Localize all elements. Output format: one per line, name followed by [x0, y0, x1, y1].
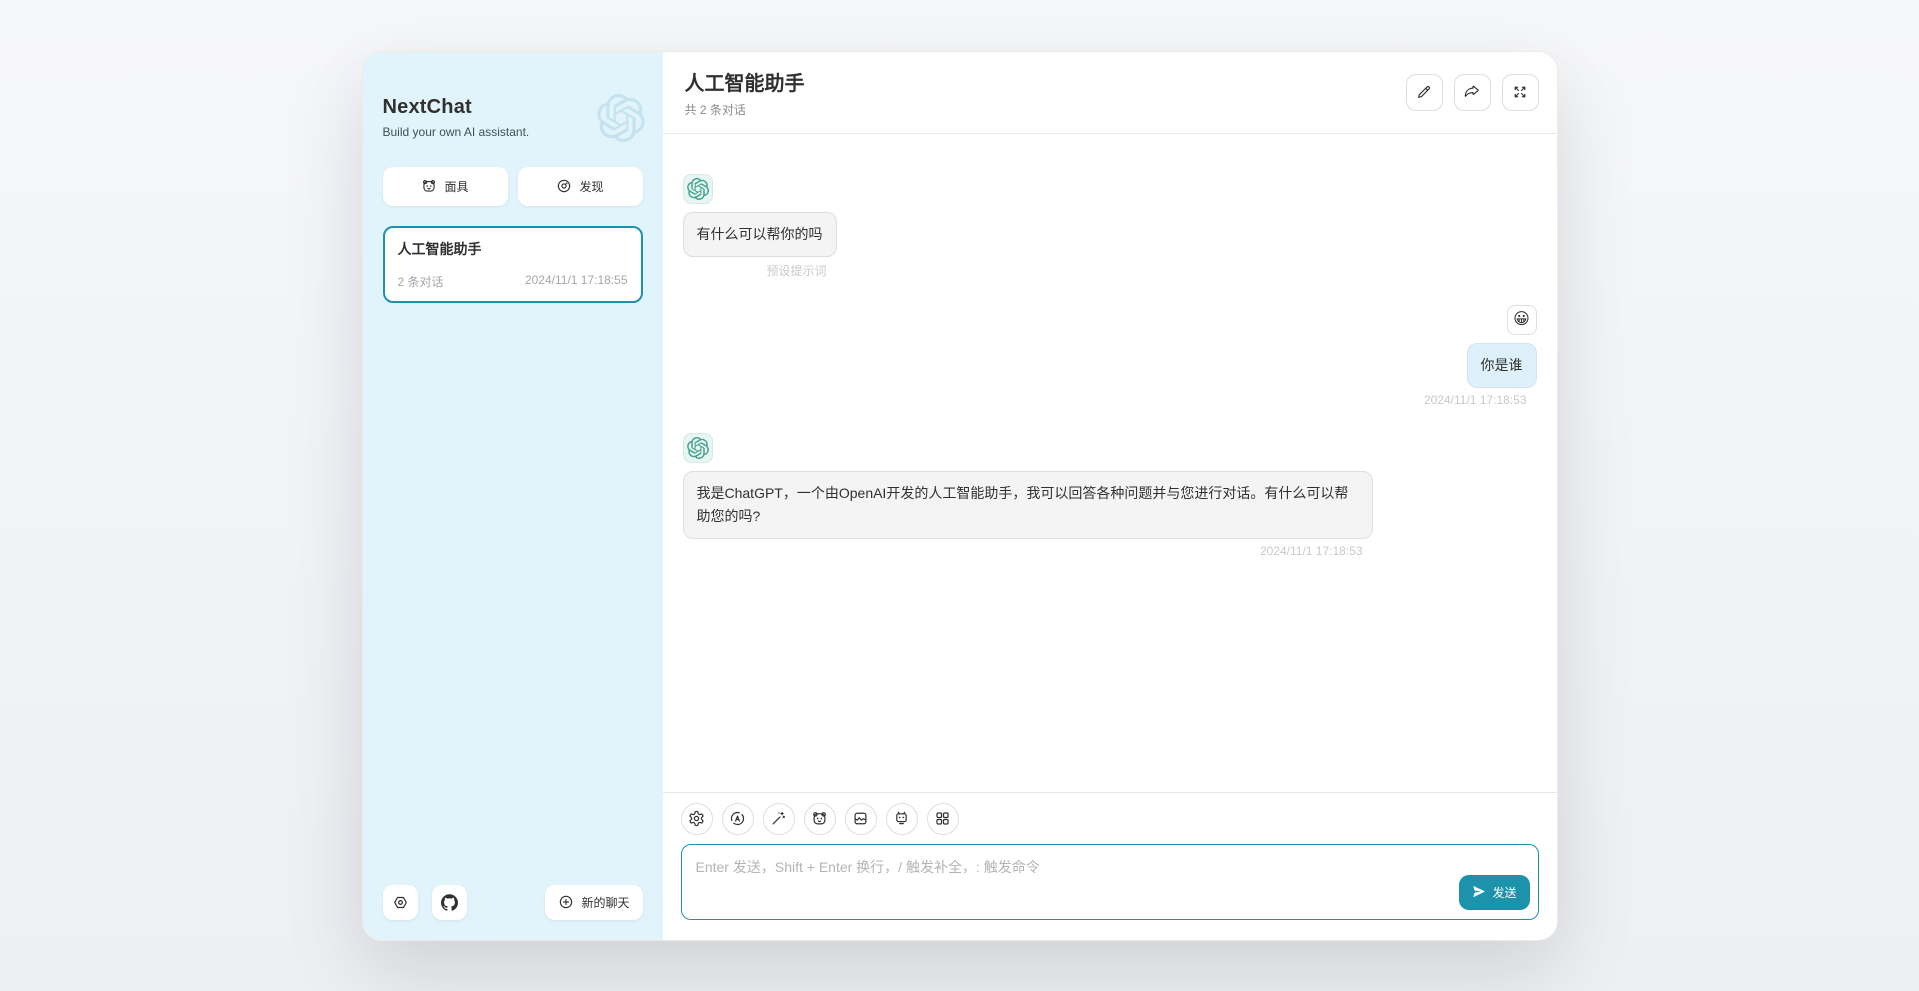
prompts-button[interactable]: [763, 803, 795, 835]
github-icon: [441, 894, 458, 911]
assistant-message: 我是ChatGPT，一个由OpenAI开发的人工智能助手，我可以回答各种问题并与…: [683, 433, 1537, 558]
shortcuts-button[interactable]: [927, 803, 959, 835]
assistant-message: 有什么可以帮你的吗 预设提示词: [683, 174, 1537, 279]
chat-title[interactable]: 人工智能助手: [685, 67, 805, 96]
discover-button-label: 发现: [579, 178, 603, 195]
message-bubble[interactable]: 你是谁: [1467, 343, 1537, 388]
grid-icon: [934, 810, 951, 827]
github-button[interactable]: [432, 885, 467, 920]
composer: 发送: [663, 792, 1557, 940]
chat-item-title: 人工智能助手: [398, 239, 628, 259]
sidebar-footer: 新的聊天: [383, 885, 643, 920]
new-chat-label: 新的聊天: [581, 894, 629, 911]
chat-header: 人工智能助手 共 2 条对话: [663, 52, 1557, 134]
user-message: 😀 你是谁 2024/11/1 17:18:53: [683, 305, 1537, 407]
mask-icon: [811, 810, 828, 827]
masks-button[interactable]: 面具: [383, 167, 508, 206]
composer-toolbar: [681, 803, 1539, 835]
theme-toggle-button[interactable]: [722, 803, 754, 835]
chat-settings-button[interactable]: [681, 803, 713, 835]
chat-panel: 人工智能助手 共 2 条对话: [663, 52, 1557, 940]
sidebar: NextChat Build your own AI assistant. 面具…: [363, 52, 663, 940]
discover-button[interactable]: 发现: [518, 167, 643, 206]
model-select-button[interactable]: [886, 803, 918, 835]
settings-gear-icon: [392, 894, 409, 911]
chat-header-actions: [1406, 74, 1539, 111]
gear-icon: [688, 810, 705, 827]
theme-auto-icon: [729, 810, 746, 827]
new-chat-button[interactable]: 新的聊天: [545, 885, 642, 920]
masks-button-label: 面具: [444, 178, 468, 195]
rename-button[interactable]: [1406, 74, 1443, 111]
clear-context-button[interactable]: [845, 803, 877, 835]
wand-icon: [770, 810, 787, 827]
chat-item-count: 2 条对话: [398, 273, 444, 290]
user-avatar-emoji: 😀: [1513, 312, 1530, 328]
sidebar-buttons: 面具 发现: [383, 167, 643, 206]
user-avatar: 😀: [1507, 305, 1537, 335]
app-window: NextChat Build your own AI assistant. 面具…: [362, 51, 1558, 941]
openai-watermark-icon: [597, 94, 645, 142]
settings-button[interactable]: [383, 885, 418, 920]
masks-toolbar-button[interactable]: [804, 803, 836, 835]
add-circle-icon: [558, 894, 574, 910]
message-timestamp: 2024/11/1 17:18:53: [1260, 544, 1373, 558]
pencil-icon: [1416, 84, 1432, 100]
chat-subtitle: 共 2 条对话: [685, 101, 805, 118]
chat-item-time: 2024/11/1 17:18:55: [525, 273, 628, 290]
maximize-button[interactable]: [1502, 74, 1539, 111]
clear-context-icon: [852, 810, 869, 827]
message-bubble-wrap: 你是谁 2024/11/1 17:18:53: [1424, 343, 1537, 407]
message-timestamp: 2024/11/1 17:18:53: [1424, 393, 1537, 407]
chat-list-item-selected[interactable]: 人工智能助手 2 条对话 2024/11/1 17:18:55: [383, 226, 643, 303]
share-icon: [1464, 84, 1480, 100]
openai-logo-icon: [687, 437, 709, 459]
message-bubble-wrap: 有什么可以帮你的吗 预设提示词: [683, 212, 837, 279]
message-bubble[interactable]: 我是ChatGPT，一个由OpenAI开发的人工智能助手，我可以回答各种问题并与…: [683, 471, 1373, 539]
send-button-label: 发送: [1492, 884, 1516, 901]
export-button[interactable]: [1454, 74, 1491, 111]
openai-logo-icon: [687, 178, 709, 200]
chat-header-titles: 人工智能助手 共 2 条对话: [685, 67, 805, 118]
message-list: 有什么可以帮你的吗 预设提示词 😀 你是谁 2024/11/1 17:18:53: [663, 134, 1557, 792]
message-hint: 预设提示词: [766, 262, 836, 279]
robot-icon: [893, 810, 910, 827]
message-bubble[interactable]: 有什么可以帮你的吗: [683, 212, 837, 257]
assistant-avatar: [683, 433, 713, 463]
compass-icon: [556, 178, 572, 194]
paper-plane-icon: [1472, 885, 1486, 899]
input-wrap: 发送: [681, 844, 1539, 920]
assistant-avatar: [683, 174, 713, 204]
chat-item-info: 2 条对话 2024/11/1 17:18:55: [398, 273, 628, 290]
mask-icon: [421, 178, 437, 194]
send-button[interactable]: 发送: [1459, 875, 1529, 910]
chat-input[interactable]: [681, 844, 1539, 920]
maximize-icon: [1512, 84, 1528, 100]
message-bubble-wrap: 我是ChatGPT，一个由OpenAI开发的人工智能助手，我可以回答各种问题并与…: [683, 471, 1373, 558]
